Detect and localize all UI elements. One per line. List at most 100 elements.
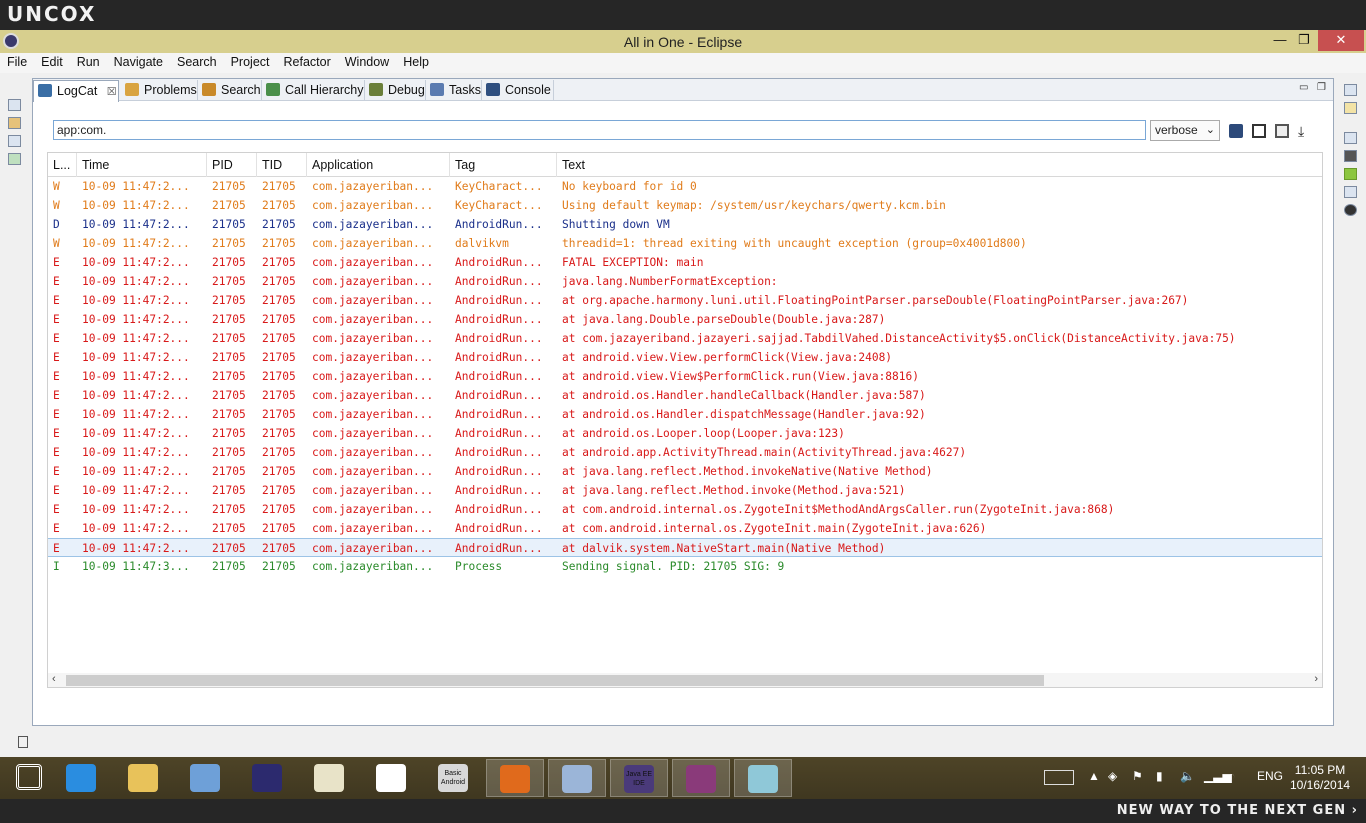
device-icon[interactable] — [1344, 150, 1357, 162]
android-icon[interactable] — [1344, 168, 1357, 180]
row-tag: dalvikvm — [455, 237, 509, 250]
restore-icon[interactable] — [8, 99, 21, 111]
table-row[interactable]: E 10-09 11:47:2... 21705 21705 com.jazayerib… — [48, 481, 1322, 500]
taskbar-internet-explorer-button[interactable] — [52, 759, 110, 797]
horizontal-scrollbar[interactable]: ‹ › — [48, 673, 1322, 687]
view-minimize-icon[interactable]: ▭ — [1299, 82, 1308, 93]
scroll-left-icon[interactable]: ‹ — [52, 673, 56, 685]
table-row[interactable]: E 10-09 11:47:2... 21705 21705 com.jazayerib… — [48, 405, 1322, 424]
toggle-panel-icon[interactable] — [1275, 124, 1289, 138]
taskbar-notepad-button[interactable] — [362, 759, 420, 797]
tab-search[interactable]: Search — [198, 80, 262, 101]
menu-edit[interactable]: Edit — [34, 53, 70, 69]
row-pid: 21705 — [212, 294, 246, 307]
action-center-icon[interactable]: ⚑ — [1132, 769, 1143, 783]
menu-search[interactable]: Search — [170, 53, 224, 69]
taskbar-start-button[interactable] — [0, 759, 58, 797]
keyboard-icon[interactable] — [1044, 770, 1074, 785]
table-row[interactable]: E 10-09 11:47:2... 21705 21705 com.jazayerib… — [48, 462, 1322, 481]
tab-logcat[interactable]: LogCat ☒ — [33, 80, 119, 102]
table-row[interactable]: E 10-09 11:47:2... 21705 21705 com.jazayerib… — [48, 253, 1322, 272]
taskbar-window-app-button[interactable] — [548, 759, 606, 797]
menu-project[interactable]: Project — [224, 53, 277, 69]
taskbar-file-explorer-button[interactable] — [114, 759, 172, 797]
taskbar-wordpad-button[interactable] — [300, 759, 358, 797]
restore-icon[interactable] — [1344, 132, 1357, 144]
tab-problems[interactable]: Problems — [121, 80, 198, 101]
menu-help[interactable]: Help — [396, 53, 436, 69]
tab-call-hierarchy[interactable]: Call Hierarchy — [262, 80, 365, 101]
scroll-right-icon[interactable]: › — [1314, 673, 1318, 685]
table-row[interactable]: E 10-09 11:47:2... 21705 21705 com.jazayerib… — [48, 519, 1322, 538]
package-explorer-icon[interactable] — [8, 117, 21, 129]
taskbar-basic-android-button[interactable]: Basic Android — [424, 759, 482, 797]
table-row[interactable]: E 10-09 11:47:2... 21705 21705 com.jazayerib… — [48, 329, 1322, 348]
close-tab-icon[interactable]: ☒ — [107, 86, 117, 98]
table-row[interactable]: E 10-09 11:47:2... 21705 21705 com.jazayerib… — [48, 310, 1322, 329]
view-maximize-icon[interactable]: ❐ — [1317, 82, 1326, 93]
taskbar-eclipse-button[interactable] — [238, 759, 296, 797]
table-row[interactable]: D 10-09 11:47:2... 21705 21705 com.jazayerib… — [48, 215, 1322, 234]
volume-icon[interactable]: 🔈 — [1180, 769, 1195, 783]
table-row[interactable]: I 10-09 11:47:3... 21705 21705 com.jazayerib… — [48, 557, 1322, 576]
menu-file[interactable]: File — [0, 53, 34, 69]
taskbar-notebook-button[interactable] — [734, 759, 792, 797]
table-row[interactable]: E 10-09 11:47:2... 21705 21705 com.jazayerib… — [48, 367, 1322, 386]
power-icon[interactable]: ▮ — [1156, 769, 1163, 783]
taskbar-winrar-button[interactable] — [672, 759, 730, 797]
maximize-button[interactable]: ❐ — [1290, 30, 1318, 51]
table-row[interactable]: W 10-09 11:47:2... 21705 21705 com.jazayerib… — [48, 177, 1322, 196]
scroll-lock-icon[interactable]: ⤓ — [1298, 124, 1312, 138]
tab-console[interactable]: Console — [482, 80, 554, 101]
table-row[interactable]: E 10-09 11:47:2... 21705 21705 com.jazayerib… — [48, 500, 1322, 519]
row-text: at java.lang.Double.parseDouble(Double.j… — [562, 313, 886, 326]
col-tag[interactable]: Tag — [450, 153, 557, 177]
clock[interactable]: 11:05 PM 10/16/2014 — [1290, 763, 1350, 793]
menu-navigate[interactable]: Navigate — [107, 53, 170, 69]
close-button[interactable]: ✕ — [1318, 30, 1364, 51]
table-row[interactable]: E 10-09 11:47:2... 21705 21705 com.jazayerib… — [48, 272, 1322, 291]
log-level-select[interactable]: verbose ⌄ — [1150, 120, 1220, 141]
table-row[interactable]: E 10-09 11:47:2... 21705 21705 com.jazayerib… — [48, 348, 1322, 367]
restore-icon[interactable] — [1344, 84, 1357, 96]
col-level[interactable]: L... — [48, 153, 77, 177]
search-filter-input[interactable] — [53, 120, 1146, 140]
row-tid: 21705 — [262, 180, 296, 193]
col-pid[interactable]: PID — [207, 153, 257, 177]
menu-window[interactable]: Window — [338, 53, 396, 69]
edit-icon[interactable] — [1344, 102, 1357, 114]
table-row[interactable]: W 10-09 11:47:2... 21705 21705 com.jazayerib… — [48, 196, 1322, 215]
language-indicator[interactable]: ENG — [1257, 769, 1283, 783]
hierarchy-icon[interactable] — [8, 153, 21, 165]
col-text[interactable]: Text — [557, 153, 1322, 177]
network-tray-icon[interactable]: ◈ — [1108, 769, 1117, 783]
col-application[interactable]: Application — [307, 153, 450, 177]
row-tid: 21705 — [262, 465, 296, 478]
table-row[interactable]: E 10-09 11:47:2... 21705 21705 com.jazayerib… — [48, 386, 1322, 405]
globe-icon[interactable]: ◐ — [1228, 769, 1235, 783]
tab-debug[interactable]: Debug — [365, 80, 426, 101]
clear-log-icon[interactable] — [1252, 124, 1266, 138]
window-title: All in One - Eclipse — [623, 34, 743, 50]
taskbar-scanner-button[interactable] — [176, 759, 234, 797]
table-row[interactable]: E 10-09 11:47:2... 21705 21705 com.jazayerib… — [48, 291, 1322, 310]
outline-icon[interactable] — [8, 135, 21, 147]
emulator-icon[interactable] — [1344, 204, 1357, 216]
taskbar-firefox-button[interactable] — [486, 759, 544, 797]
tab-tasks[interactable]: Tasks — [426, 80, 482, 101]
col-tid[interactable]: TID — [257, 153, 307, 177]
col-time[interactable]: Time — [77, 153, 207, 177]
tree-icon[interactable] — [1344, 186, 1357, 198]
scrollbar-thumb[interactable] — [66, 675, 1044, 686]
table-row[interactable]: E 10-09 11:47:2... 21705 21705 com.jazayerib… — [48, 443, 1322, 462]
fast-view-icon[interactable] — [18, 736, 28, 748]
table-row[interactable]: W 10-09 11:47:2... 21705 21705 com.jazayerib… — [48, 234, 1322, 253]
menu-refactor[interactable]: Refactor — [277, 53, 338, 69]
row-pid: 21705 — [212, 332, 246, 345]
menu-run[interactable]: Run — [70, 53, 107, 69]
show-hidden-icon[interactable]: ▲ — [1088, 769, 1100, 783]
table-row[interactable]: E 10-09 11:47:2... 21705 21705 com.jazayerib… — [48, 424, 1322, 443]
table-row[interactable]: E 10-09 11:47:2... 21705 21705 com.jazayerib… — [48, 538, 1322, 557]
taskbar-java-ee-ide-button[interactable]: Java EE IDE — [610, 759, 668, 797]
save-icon[interactable] — [1229, 124, 1243, 138]
